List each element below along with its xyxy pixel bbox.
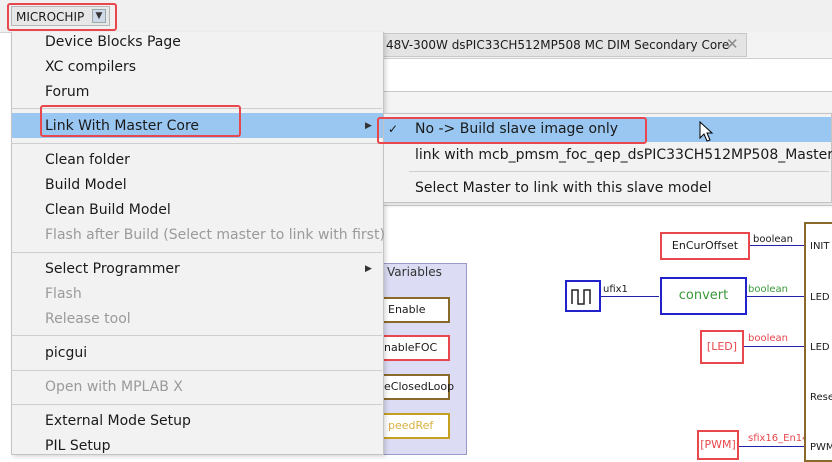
submenu-arrow-icon: ▶: [365, 121, 372, 131]
menu-item-release-tool: Release tool: [45, 311, 131, 327]
port-label: INIT: [810, 241, 830, 252]
variable-block-label: Enable: [388, 303, 426, 316]
annotation-box-build-slave: [377, 117, 647, 144]
menu-separator: [11, 370, 382, 371]
port-label: LED: [810, 342, 830, 353]
menu-item-clean-build-model[interactable]: Clean Build Model: [45, 202, 171, 218]
top-toolbar: [0, 0, 832, 33]
block-label: convert: [678, 288, 729, 303]
variable-block-label: peedRef: [388, 419, 434, 432]
menu-item-device-blocks-page[interactable]: Device Blocks Page: [45, 34, 181, 50]
menu-item-forum[interactable]: Forum: [45, 84, 89, 100]
menu-items: Device Blocks Page XC compilers Forum Li…: [11, 32, 385, 455]
menu-item-external-mode-setup[interactable]: External Mode Setup: [45, 413, 191, 429]
port-label: LED: [810, 292, 830, 303]
menu-item-picgui[interactable]: picgui: [45, 345, 87, 361]
port-label: Rese: [810, 392, 832, 403]
variable-block-label: nableFOC: [384, 341, 438, 354]
menu-item-build-model[interactable]: Build Model: [45, 177, 127, 193]
block-label: [PWM]: [700, 438, 736, 451]
variable-block-enablefoc[interactable]: nableFOC: [378, 335, 450, 361]
close-icon[interactable]: ✕: [726, 35, 739, 53]
tab-title: 48V-300W dsPIC33CH512MP508 MC DIM Second…: [386, 38, 730, 52]
menu-item-flash: Flash: [45, 286, 82, 302]
menu-item-open-with-mplab-x: Open with MPLAB X: [45, 379, 183, 395]
annotation-box-microchip: [7, 3, 117, 31]
signal-type-label: ufix1: [603, 284, 628, 295]
menu-separator: [11, 143, 382, 144]
menu-item-select-programmer[interactable]: Select Programmer: [45, 261, 180, 277]
variable-block-closedloop[interactable]: eClosedLoop: [378, 374, 454, 400]
encuroffset-block[interactable]: EnCurOffset: [660, 232, 750, 260]
variable-block-label: eClosedLoop: [384, 380, 455, 393]
menu-item-flash-after-build: Flash after Build (Select master to link…: [45, 227, 385, 243]
variable-block-enable[interactable]: Enable: [378, 297, 450, 323]
variable-block-speedref[interactable]: peedRef: [378, 413, 450, 439]
submenu-arrow-icon: ▶: [365, 264, 372, 274]
submenu-item-select-master[interactable]: Select Master to link with this slave mo…: [415, 180, 711, 196]
menu-separator: [409, 171, 829, 172]
subsystem-block[interactable]: INIT LED LED Rese PWM: [804, 222, 832, 462]
menu-separator: [11, 335, 382, 336]
signal-type-label: boolean: [753, 234, 793, 245]
menu-item-xc-compilers[interactable]: XC compilers: [45, 59, 136, 75]
block-label: EnCurOffset: [671, 239, 739, 252]
variables-title: Variables: [387, 265, 442, 279]
menu-item-clean-folder[interactable]: Clean folder: [45, 152, 130, 168]
port-label: PWM: [810, 442, 832, 453]
model-tab[interactable]: 48V-300W dsPIC33CH512MP508 MC DIM Second…: [383, 33, 747, 57]
pulse-wave-icon: [571, 289, 591, 305]
mouse-cursor-icon: [699, 121, 714, 142]
signal-line: [744, 346, 804, 347]
signal-type-label: boolean: [748, 284, 788, 295]
menu-separator: [11, 404, 382, 405]
pwm-goto-tag[interactable]: [PWM]: [697, 430, 739, 460]
signal-line: [739, 446, 804, 447]
submenu-item-link-master[interactable]: link with mcb_pmsm_foc_qep_dsPIC33CH512M…: [415, 147, 832, 163]
signal-line: [750, 245, 804, 246]
menu-item-pil-setup[interactable]: PIL Setup: [45, 438, 111, 454]
convert-block[interactable]: convert: [660, 277, 747, 315]
block-label: [LED]: [706, 340, 738, 353]
led-goto-tag[interactable]: [LED]: [700, 330, 744, 364]
signal-type-label: boolean: [748, 333, 788, 344]
signal-line: [747, 296, 804, 297]
signal-type-label: sfix16_En14: [748, 433, 809, 444]
pulse-generator-block[interactable]: [565, 280, 601, 312]
address-bar: [383, 59, 832, 92]
annotation-box-link-master: [40, 105, 241, 137]
signal-line: [601, 296, 659, 297]
menu-separator: [11, 252, 382, 253]
